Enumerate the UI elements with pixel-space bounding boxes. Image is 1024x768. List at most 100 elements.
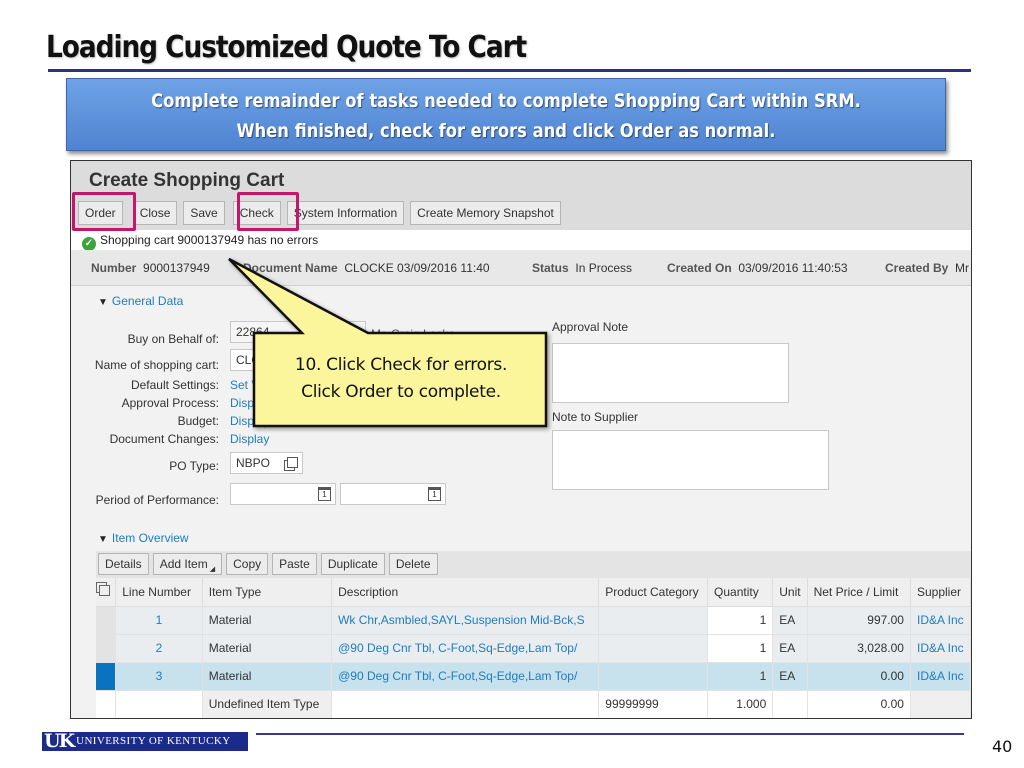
table-row-selected[interactable]: 3 Material @90 Deg Cnr Tbl, C-Foot,Sq-Ed…	[96, 662, 971, 691]
expand-triangle-icon: ▼	[98, 297, 108, 308]
item-toolbar: Details Add Item ◢ Copy Paste Duplicate D…	[96, 551, 971, 578]
po-type-value: NBPO	[236, 456, 271, 470]
column-header[interactable]: Quantity	[707, 578, 774, 607]
item-type: Material	[202, 634, 333, 663]
general-data-label: General Data	[111, 294, 184, 308]
callout-line-1: 10. Click Check for errors.	[294, 355, 508, 375]
column-header[interactable]: Product Category	[598, 578, 709, 607]
supplier-link[interactable]: ID&A Inc	[910, 634, 971, 663]
created-by-label: Created By	[885, 261, 949, 275]
quantity[interactable]: 1	[707, 606, 774, 635]
main-toolbar: Order Close Save Check System Informatio…	[78, 201, 561, 225]
duplicate-button[interactable]: Duplicate	[320, 553, 385, 575]
sap-header: Create Shopping Cart Order Close Save Ch…	[71, 161, 971, 230]
po-type-label: PO Type:	[169, 459, 219, 473]
column-header[interactable]: Net Price / Limit	[807, 578, 911, 607]
period-of-performance-label: Period of Performance:	[95, 493, 219, 507]
quantity[interactable]: 1	[707, 662, 774, 691]
copy-button[interactable]: Copy	[226, 553, 269, 575]
number-value: 9000137949	[143, 261, 210, 275]
table-header-row: Line Number Item Type Description Produc…	[96, 578, 971, 607]
column-header[interactable]: Line Number	[115, 578, 203, 607]
row-selector[interactable]	[96, 662, 117, 691]
product-category[interactable]: 99999999	[598, 690, 709, 718]
net-price[interactable]: 0.00	[807, 690, 911, 718]
budget-label: Budget:	[177, 414, 219, 428]
approval-note-label: Approval Note	[552, 320, 629, 334]
footer-rule	[256, 733, 964, 735]
document-changes-label: Document Changes:	[109, 432, 219, 446]
note-to-supplier-label: Note to Supplier	[552, 410, 639, 424]
calendar-icon[interactable]: 1	[318, 487, 331, 501]
row-selector[interactable]	[96, 634, 117, 663]
product-category	[598, 606, 709, 635]
product-category	[598, 634, 709, 663]
dropdown-corner-icon: ◢	[209, 566, 216, 573]
product-category	[598, 662, 709, 691]
buy-on-behalf-label: Buy on Behalf of:	[127, 332, 219, 346]
line-number	[115, 690, 203, 718]
document-info-bar: Number 9000137949 Document Name CLOCKE 0…	[71, 250, 971, 286]
unit[interactable]	[772, 690, 808, 718]
unit: EA	[772, 634, 808, 663]
line-number: 2	[115, 634, 203, 663]
calendar-icon[interactable]: 1	[428, 487, 441, 501]
item-overview-label: Item Overview	[111, 531, 189, 545]
quantity[interactable]: 1	[707, 634, 774, 663]
select-all-icon[interactable]	[96, 578, 117, 607]
status-message-text: Shopping cart 9000137949 has no errors	[100, 233, 319, 247]
create-memory-snapshot-button[interactable]: Create Memory Snapshot	[410, 201, 561, 225]
row-selector[interactable]	[96, 690, 117, 718]
quantity[interactable]: 1.000	[707, 690, 774, 718]
save-button[interactable]: Save	[183, 201, 225, 225]
instruction-line-1: Complete remainder of tasks needed to co…	[151, 90, 861, 112]
period-from-input[interactable]: 1	[230, 483, 336, 505]
po-type-input[interactable]: NBPO	[230, 452, 303, 474]
supplier-link[interactable]: ID&A Inc	[910, 606, 971, 635]
table-row-new[interactable]: Undefined Item Type 99999999 1.000 0.00	[96, 690, 971, 718]
net-price: 3,028.00	[807, 634, 911, 663]
value-help-icon[interactable]	[287, 457, 298, 468]
system-information-button[interactable]: System Information	[286, 201, 405, 225]
cart-name-label: Name of shopping cart:	[94, 358, 219, 372]
general-data-toggle[interactable]: ▼ General Data	[98, 294, 183, 308]
period-to-input[interactable]: 1	[340, 483, 446, 505]
item-type[interactable]: Undefined Item Type	[202, 690, 333, 718]
paste-button[interactable]: Paste	[272, 553, 317, 575]
slide-title: Loading Customized Quote To Cart	[46, 30, 527, 65]
column-header[interactable]: Item Type	[202, 578, 333, 607]
created-by-value: Mr	[955, 261, 970, 275]
description-link[interactable]: @90 Deg Cnr Tbl, C-Foot,Sq-Edge,Lam Top/	[331, 662, 600, 691]
table-row[interactable]: 1 Material Wk Chr,Asmbled,SAYL,Suspensio…	[96, 606, 971, 635]
details-button[interactable]: Details	[98, 553, 149, 575]
approval-note-textarea[interactable]	[552, 343, 789, 403]
line-number: 1	[115, 606, 203, 635]
row-selector[interactable]	[96, 606, 117, 635]
callout-text: 10. Click Check for errors. Click Order …	[256, 333, 546, 426]
expand-triangle-icon: ▼	[98, 534, 108, 545]
column-header[interactable]: Description	[331, 578, 600, 607]
table-row[interactable]: 2 Material @90 Deg Cnr Tbl, C-Foot,Sq-Ed…	[96, 634, 971, 663]
description-link[interactable]: @90 Deg Cnr Tbl, C-Foot,Sq-Edge,Lam Top/	[331, 634, 600, 663]
add-item-button[interactable]: Add Item ◢	[152, 553, 223, 575]
item-type: Material	[202, 662, 333, 691]
status-label: Status	[532, 261, 569, 275]
delete-button[interactable]: Delete	[388, 553, 438, 575]
document-name-label: Document Name	[243, 261, 338, 275]
description[interactable]	[331, 690, 600, 718]
check-highlight-box	[237, 192, 299, 231]
page-number: 40	[992, 737, 1013, 756]
item-overview-toggle[interactable]: ▼ Item Overview	[98, 531, 189, 545]
column-header[interactable]: Supplier	[910, 578, 971, 607]
unit: EA	[772, 606, 808, 635]
column-header[interactable]: Unit	[772, 578, 808, 607]
number-label: Number	[91, 261, 137, 275]
net-price: 0.00	[807, 662, 911, 691]
description-link[interactable]: Wk Chr,Asmbled,SAYL,Suspension Mid-Bck,S	[331, 606, 600, 635]
callout-line-2: Click Order to complete.	[301, 382, 501, 402]
note-to-supplier-textarea[interactable]	[552, 430, 829, 490]
document-changes-link[interactable]: Display	[230, 432, 269, 446]
supplier[interactable]	[910, 690, 971, 718]
close-button[interactable]: Close	[132, 201, 178, 225]
supplier-link[interactable]: ID&A Inc	[910, 662, 971, 691]
